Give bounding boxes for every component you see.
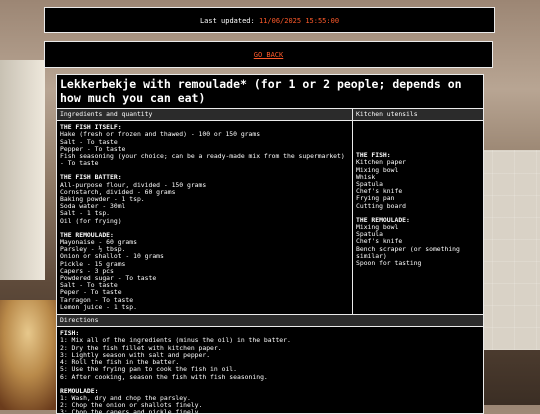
recipe-table: Ingredients and quantity Kitchen utensil… <box>57 109 483 414</box>
recipe-card: Lekkerbekje with remoulade* (for 1 or 2 … <box>56 74 484 414</box>
list-item: Spoon for tasting <box>356 259 422 268</box>
recipe-title: Lekkerbekje with remoulade* (for 1 or 2 … <box>57 75 483 109</box>
list-item: 6: After cooking, season the fish with f… <box>60 372 268 381</box>
ingredients-list: THE FISH ITSELF: Hake (fresh or frozen an… <box>57 121 353 315</box>
background-cabinet <box>0 60 45 280</box>
go-back-link[interactable]: GO BACK <box>254 51 284 59</box>
back-bar: GO BACK <box>44 41 493 68</box>
directions-list: FISH: 1: Mix all of the ingredients (minu… <box>57 327 483 414</box>
last-updated-timestamp: 11/06/2025 15:55:00 <box>258 17 340 25</box>
ingredients-header: Ingredients and quantity <box>57 109 353 122</box>
utensils-header: Kitchen utensils <box>352 109 483 122</box>
directions-header: Directions <box>57 314 483 328</box>
list-item: Oil (for frying) <box>60 216 122 225</box>
list-item: 3: Chop the capers and pickle finely. <box>60 408 203 414</box>
last-updated-label: Last updated: <box>199 17 255 25</box>
last-updated-bar: Last updated: 11/06/2025 15:55:00 <box>44 7 495 33</box>
list-item: Fish seasoning (your choice; can be a re… <box>60 152 349 168</box>
list-item: Lemon juice - 1 tsp. <box>60 302 137 311</box>
list-item: Cutting board <box>356 201 407 210</box>
utensils-list: THE FISH: Kitchen paper Mixing bowl Whisk Sp… <box>352 120 483 315</box>
list-item: Bench scraper (or something similar) <box>356 244 464 260</box>
list-item: 2: Chop the onion or shallots finely. <box>60 401 203 410</box>
